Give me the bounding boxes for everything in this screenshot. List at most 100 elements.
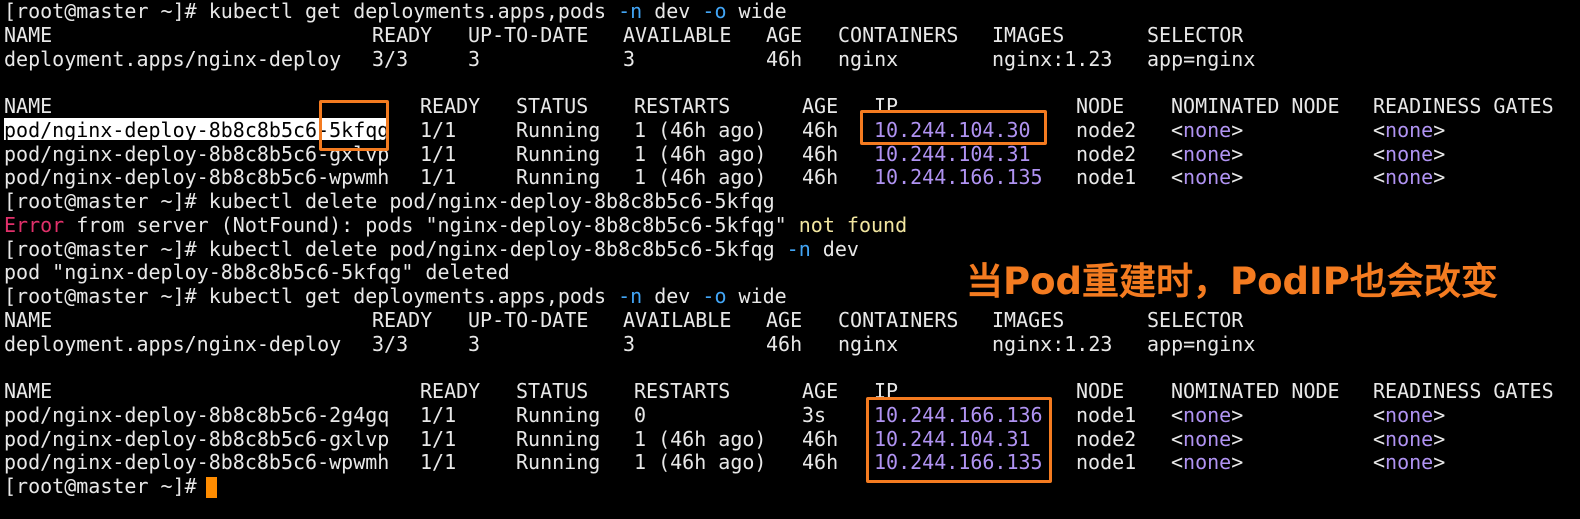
table-header-cell: STATUS — [516, 94, 589, 118]
line-segment: dev — [642, 0, 703, 23]
table-cell: nginx — [838, 331, 899, 356]
table-header-cell: CONTAINERS — [838, 22, 959, 47]
line-segment: [root@master ~]# kubectl get deployments… — [4, 284, 619, 308]
line-segment: [root@master ~]# — [4, 474, 209, 498]
annotation-caption: 当Pod重建时，PodIP也会改变 — [966, 260, 1498, 303]
table-cell: 46h — [802, 165, 839, 190]
table-cell: 1/1 — [420, 402, 457, 427]
table-header-cell: STATUS — [516, 379, 589, 403]
table-header-cell: NODE — [1076, 94, 1125, 118]
table-cell: <none> — [1171, 142, 1243, 166]
angle-bracket: < — [1373, 165, 1386, 190]
table-cell: 3 — [468, 46, 481, 71]
table-cell: <none> — [1171, 118, 1243, 142]
angle-bracket: < — [1373, 141, 1386, 166]
none-value: none — [1385, 141, 1434, 166]
table-cell: 3/3 — [372, 46, 409, 71]
table-cell: 1 (46h ago) — [634, 426, 767, 451]
angle-bracket: > — [1433, 141, 1446, 166]
table-cell: 1 (46h ago) — [634, 450, 767, 475]
line-segment: [root@master ~]# kubectl get deployments… — [4, 0, 619, 23]
table-cell: <none> — [1373, 118, 1445, 142]
angle-bracket: > — [1231, 426, 1244, 451]
table-cell: Running — [516, 426, 601, 451]
command-line: [root@master ~]# kubectl get deployments… — [4, 284, 787, 308]
none-value: none — [1183, 117, 1232, 142]
table-header-cell: UP-TO-DATE — [468, 22, 589, 47]
table-header-cell: READINESS GATES — [1373, 94, 1554, 118]
table-cell: 3 — [468, 331, 481, 356]
table-cell: <none> — [1171, 427, 1243, 451]
table-cell: nginx:1.23 — [992, 331, 1113, 356]
table-header-cell: SELECTOR — [1147, 307, 1244, 332]
old-ip-highlight-box — [860, 110, 1047, 145]
table-cell: 3/3 — [372, 331, 409, 356]
table-cell: Running — [516, 450, 601, 475]
table-header-cell: AGE — [766, 307, 803, 332]
table-cell: pod/nginx-deploy-8b8c8b5c6-gxlvp — [4, 426, 390, 451]
line-segment: [root@master ~]# kubectl delete pod/ngin… — [4, 236, 787, 261]
table-cell: pod/nginx-deploy-8b8c8b5c6-2g4gq — [4, 402, 390, 427]
line-segment: dev — [642, 284, 703, 308]
angle-bracket: > — [1433, 402, 1446, 427]
table-cell: <none> — [1373, 403, 1445, 427]
angle-bracket: > — [1231, 402, 1244, 427]
table-cell: 1/1 — [420, 426, 457, 451]
output-line: Error from server (NotFound): pods "ngin… — [4, 213, 907, 237]
angle-bracket: < — [1171, 165, 1184, 190]
table-header-cell: UP-TO-DATE — [468, 307, 589, 332]
none-value: none — [1183, 165, 1232, 190]
table-cell: 46h — [802, 450, 839, 475]
table-header-cell: NAME — [4, 379, 53, 403]
angle-bracket: > — [1231, 117, 1244, 142]
line-segment: -n — [618, 284, 643, 308]
table-cell: app=nginx — [1147, 331, 1256, 356]
table-cell: 3 — [623, 46, 636, 71]
table-cell: 46h — [766, 331, 803, 356]
terminal-cursor — [206, 477, 217, 498]
table-cell: 46h — [802, 141, 839, 166]
line-segment: -o — [702, 284, 727, 308]
table-cell: node1 — [1076, 402, 1137, 427]
table-cell: deployment.apps/nginx-deploy — [4, 331, 342, 356]
table-cell: 3 — [623, 331, 636, 356]
table-header-cell: AVAILABLE — [623, 22, 732, 47]
line-segment: -n — [786, 236, 811, 261]
table-cell: node1 — [1076, 165, 1137, 190]
table-cell: <none> — [1373, 427, 1445, 451]
angle-bracket: > — [1231, 141, 1244, 166]
output-line: pod "nginx-deploy-8b8c8b5c6-5kfqg" delet… — [4, 260, 510, 284]
none-value: none — [1183, 450, 1232, 475]
table-header-cell: RESTARTS — [634, 379, 731, 403]
angle-bracket: > — [1231, 450, 1244, 475]
none-value: none — [1385, 426, 1434, 451]
table-cell: Running — [516, 165, 601, 190]
table-cell: 3s — [802, 402, 827, 427]
table-cell: 1 (46h ago) — [634, 117, 767, 142]
table-cell: <none> — [1171, 403, 1243, 427]
angle-bracket: < — [1171, 141, 1184, 166]
angle-bracket: < — [1171, 117, 1184, 142]
command-line: [root@master ~]# kubectl delete pod/ngin… — [4, 237, 859, 261]
command-line: [root@master ~]# — [4, 474, 209, 498]
line-segment: -o — [702, 0, 727, 23]
table-cell: 1 (46h ago) — [634, 165, 767, 190]
table-cell: nginx:1.23 — [992, 46, 1113, 71]
table-cell: 10.244.166.135 — [874, 165, 1043, 190]
angle-bracket: > — [1433, 117, 1446, 142]
table-cell: 1/1 — [420, 165, 457, 190]
table-cell: pod/nginx-deploy-8b8c8b5c6-wpwmh — [4, 450, 390, 475]
angle-bracket: < — [1373, 426, 1386, 451]
line-segment: Error — [4, 212, 65, 237]
table-header-cell: SELECTOR — [1147, 22, 1244, 47]
none-value: none — [1385, 165, 1434, 190]
angle-bracket: < — [1373, 402, 1386, 427]
line-segment: dev — [810, 236, 859, 261]
table-cell: <none> — [1373, 142, 1445, 166]
table-cell: node1 — [1076, 450, 1137, 475]
table-header-cell: READY — [372, 22, 433, 47]
angle-bracket: > — [1231, 165, 1244, 190]
none-value: none — [1385, 450, 1434, 475]
table-cell: pod/nginx-deploy-8b8c8b5c6-wpwmh — [4, 165, 390, 190]
suffix-highlight-box — [319, 100, 389, 151]
